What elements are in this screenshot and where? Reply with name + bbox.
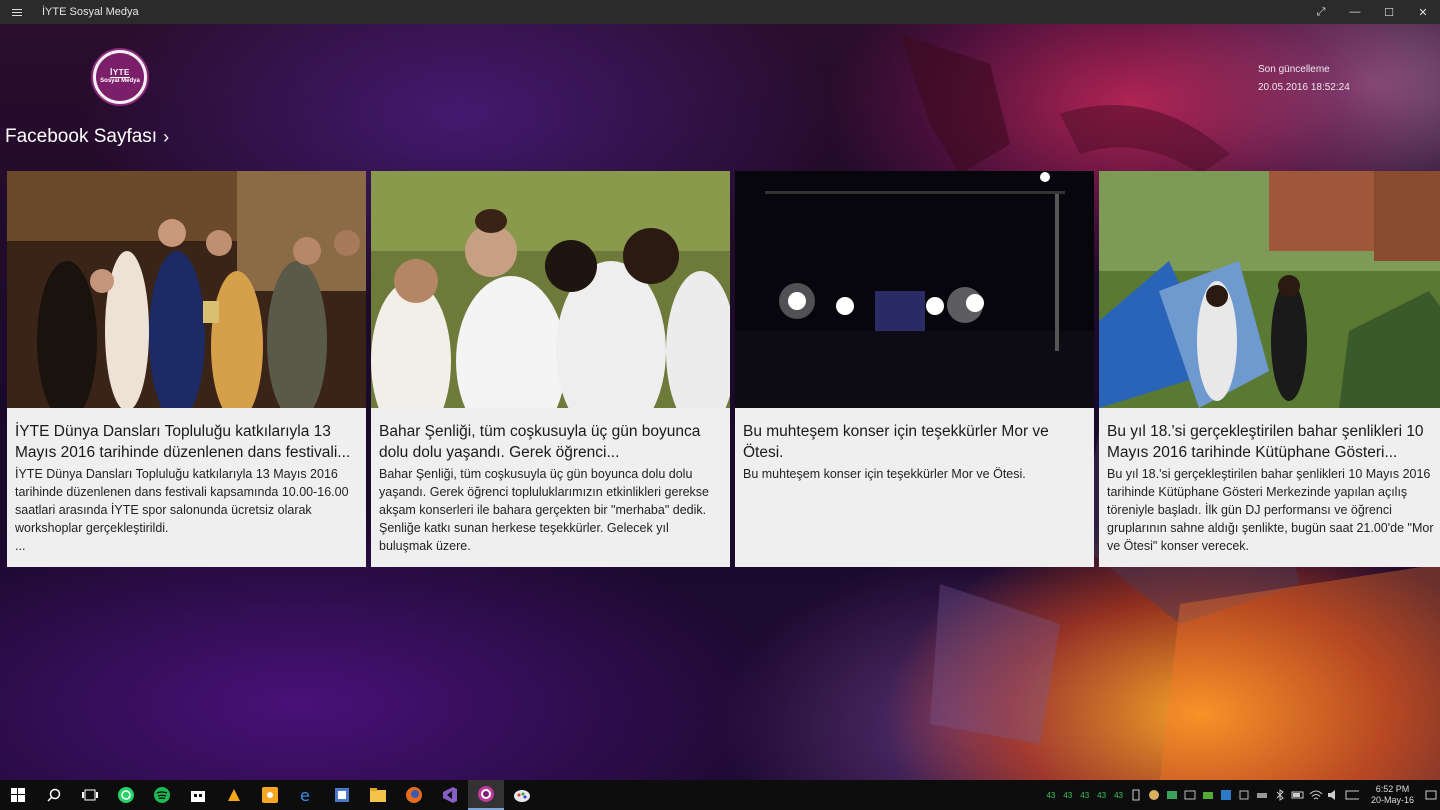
post-text: Bu yıl 18.'si gerçekleştirilen bahar şen… (1107, 467, 1434, 553)
title-bar: İYTE Sosyal Medya ⤢ — ☐ ✕ (0, 0, 1440, 24)
logo-text-secondary: Sosyal Medya (100, 78, 140, 84)
post-title: Bu muhteşem konser için teşekkürler Mor … (743, 423, 1049, 461)
minimize-button[interactable]: — (1338, 0, 1372, 24)
post-card[interactable]: Bahar Şenliği, tüm coşkusuyla üç gün boy… (371, 171, 730, 567)
tray-app-icon[interactable] (1147, 788, 1161, 802)
battery-icon[interactable] (1291, 788, 1305, 802)
post-title: Bu yıl 18.'si gerçekleştirilen bahar şen… (1107, 423, 1424, 461)
paint-icon[interactable] (504, 780, 540, 810)
clock-time: 6:52 PM (1375, 784, 1410, 794)
taskbar: e 43 43 43 43 43 6:52 PM 20-May-16 (0, 780, 1440, 810)
facebook-page-label: Facebook Sayfası (5, 126, 158, 147)
post-text: Bu muhteşem konser için teşekkürler Mor … (743, 467, 1026, 481)
last-update-label: Son güncelleme (1258, 64, 1330, 75)
tray-counter: 43 (1046, 790, 1056, 800)
firefox-icon[interactable] (396, 780, 432, 810)
wifi-icon[interactable] (1309, 788, 1323, 802)
fullscreen-button[interactable]: ⤢ (1304, 0, 1338, 24)
logo-text-primary: İYTE (110, 68, 130, 78)
tray-counter: 43 (1114, 790, 1123, 800)
post-more: ... (15, 539, 26, 553)
window-title: İYTE Sosyal Medya (42, 6, 139, 18)
chevron-right-icon: › (163, 126, 170, 147)
iyte-logo: İYTE Sosyal Medya (91, 48, 149, 106)
facebook-page-link[interactable]: Facebook Sayfası › (5, 126, 169, 148)
iyte-app-icon[interactable] (468, 780, 504, 810)
tray-app-icon[interactable] (1237, 788, 1251, 802)
system-tray: 43 43 43 43 43 6:52 PM 20-May-16 (1042, 780, 1440, 810)
edge-icon[interactable]: e (288, 780, 324, 810)
app-tile-icon[interactable] (216, 780, 252, 810)
keyboard-icon[interactable] (1345, 788, 1359, 802)
bluetooth-icon[interactable] (1273, 788, 1287, 802)
last-update: Son güncelleme 20.05.2016 18:52:24 (1258, 61, 1350, 97)
post-card[interactable]: Bu yıl 18.'si gerçekleştirilen bahar şen… (1099, 171, 1440, 567)
clock[interactable]: 6:52 PM 20-May-16 (1371, 784, 1414, 806)
spotify-icon[interactable] (144, 780, 180, 810)
post-photo-dance (7, 171, 366, 408)
tray-counter: 43 (1080, 790, 1090, 800)
app-blue-icon[interactable] (324, 780, 360, 810)
post-photo-tents (1099, 171, 1440, 408)
photos-icon[interactable] (252, 780, 288, 810)
post-text: İYTE Dünya Dansları Topluluğu katkılarıy… (15, 467, 349, 553)
post-card[interactable]: Bu muhteşem konser için teşekkürler Mor … (735, 171, 1094, 567)
visual-studio-icon[interactable] (432, 780, 468, 810)
post-text: Bahar Şenliği, tüm coşkusuyla üç gün boy… (379, 467, 710, 553)
post-title: Bahar Şenliği, tüm coşkusuyla üç gün boy… (379, 423, 701, 461)
close-button[interactable]: ✕ (1406, 0, 1440, 24)
volume-icon[interactable] (1327, 788, 1341, 802)
hamburger-menu-icon[interactable] (0, 0, 34, 24)
clock-date: 20-May-16 (1370, 795, 1414, 805)
post-title: İYTE Dünya Dansları Topluluğu katkılarıy… (15, 423, 351, 461)
task-view-icon[interactable] (72, 780, 108, 810)
whatsapp-icon[interactable] (108, 780, 144, 810)
start-icon[interactable] (0, 780, 36, 810)
usb-icon[interactable] (1129, 788, 1143, 802)
last-update-value: 20.05.2016 18:52:24 (1258, 82, 1350, 93)
tray-app-icon[interactable] (1165, 788, 1179, 802)
tray-app-icon[interactable] (1255, 788, 1269, 802)
tray-counter: 43 (1097, 790, 1107, 800)
store-icon[interactable] (180, 780, 216, 810)
post-card[interactable]: İYTE Dünya Dansları Topluluğu katkılarıy… (7, 171, 366, 567)
file-explorer-icon[interactable] (360, 780, 396, 810)
tray-app-icon[interactable] (1219, 788, 1233, 802)
svg-text:e: e (300, 786, 310, 804)
post-photo-concert (735, 171, 1094, 408)
notifications-icon[interactable] (1424, 788, 1438, 802)
search-icon[interactable] (36, 780, 72, 810)
post-list: İYTE Dünya Dansları Topluluğu katkılarıy… (7, 171, 1440, 567)
tray-counter: 43 (1063, 790, 1073, 800)
tray-app-icon[interactable] (1183, 788, 1197, 802)
tray-app-icon[interactable] (1201, 788, 1215, 802)
post-photo-festival (371, 171, 730, 408)
maximize-button[interactable]: ☐ (1372, 0, 1406, 24)
